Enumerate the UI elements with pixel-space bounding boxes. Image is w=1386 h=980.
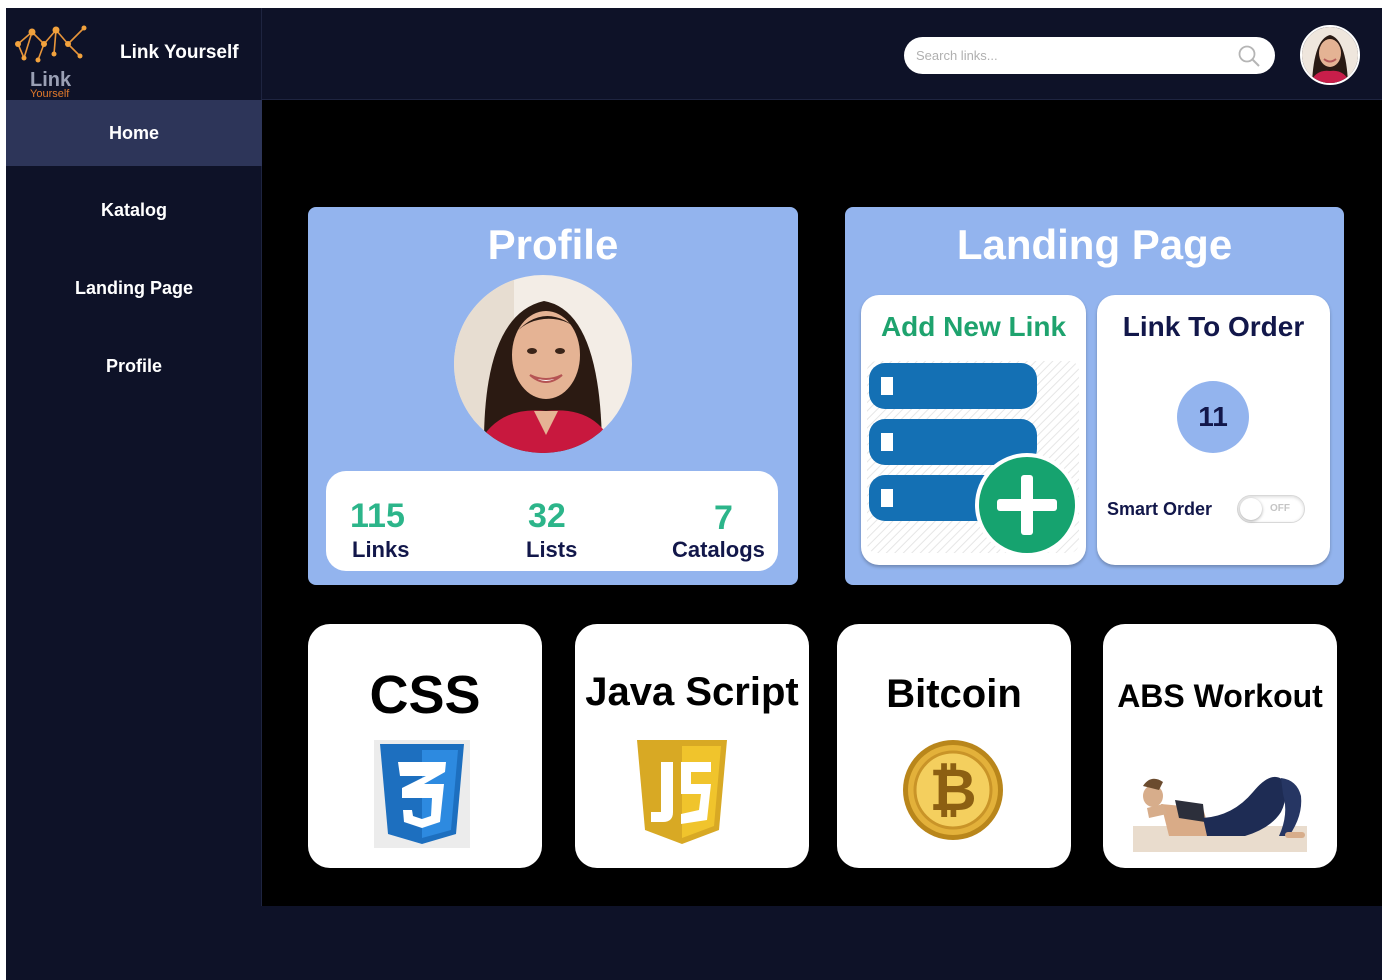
smart-order-label: Smart Order <box>1107 499 1213 519</box>
smart-order-toggle[interactable]: OFF <box>1237 495 1305 523</box>
nav-item-katalog[interactable]: Katalog <box>6 177 262 243</box>
logo-subtext: Yourself <box>30 88 70 98</box>
catalog-tile-css-title: CSS <box>369 665 481 725</box>
profile-stats: 115 Links 32 Lists 7 Catalogs <box>326 471 778 571</box>
landing-page-card: Landing Page Add New Link Link To Order … <box>845 207 1344 585</box>
add-new-link-title: Add New Link <box>880 311 1067 342</box>
links-label: Links <box>352 537 410 562</box>
brand[interactable]: Link Yourself Link Yourself <box>6 8 262 100</box>
lists-count: 32 <box>528 497 566 535</box>
nav-item-home[interactable]: Home <box>6 100 262 166</box>
catalog-tile-bitcoin[interactable]: Bitcoin ₿ <box>837 624 1071 868</box>
links-count: 115 <box>350 497 405 535</box>
catalog-tile-css[interactable]: CSS <box>308 624 542 868</box>
css3-icon <box>374 740 470 848</box>
catalogs-label: Catalogs <box>672 537 765 562</box>
profile-card-title: Profile <box>487 221 619 268</box>
add-new-link-card[interactable]: Add New Link <box>861 295 1086 565</box>
bitcoin-icon: ₿ <box>903 740 1003 840</box>
logo-icon: Link Yourself <box>15 25 87 98</box>
catalog-tile-abs-title: ABS Workout <box>1117 678 1323 714</box>
javascript-icon <box>637 740 727 844</box>
landing-card-title: Landing Page <box>956 221 1233 268</box>
app-name: Link Yourself <box>120 42 239 63</box>
search-input[interactable] <box>916 45 1226 66</box>
catalogs-count: 7 <box>714 499 733 537</box>
app-frame: Link Yourself Link Yourself Home Kat <box>6 8 1382 980</box>
profile-card[interactable]: Profile 115 Links 32 Lists 7 Catalogs <box>308 207 798 585</box>
nav-item-landing-page[interactable]: Landing Page <box>6 255 262 321</box>
avatar-image <box>1302 27 1358 83</box>
search-icon[interactable] <box>1237 44 1261 68</box>
order-count-badge: 11 <box>1177 381 1249 453</box>
search-box[interactable] <box>904 37 1275 74</box>
link-to-order-title: Link To Order <box>1122 311 1305 342</box>
workout-image <box>1133 776 1307 852</box>
toggle-knob <box>1240 498 1262 520</box>
user-avatar[interactable] <box>1300 25 1360 85</box>
catalog-tile-javascript[interactable]: Java Script <box>575 624 809 868</box>
nav-item-profile[interactable]: Profile <box>6 333 262 399</box>
add-link-icon[interactable] <box>861 357 1086 557</box>
footer-bar <box>6 906 1382 980</box>
svg-text:₿: ₿ <box>929 756 976 824</box>
link-to-order-card[interactable]: Link To Order 11 Smart Order OFF <box>1097 295 1330 565</box>
lists-label: Lists <box>526 537 578 562</box>
catalog-tile-javascript-title: Java Script <box>585 670 799 714</box>
catalog-tile-abs-workout[interactable]: ABS Workout <box>1103 624 1337 868</box>
profile-photo <box>454 275 632 453</box>
catalog-tile-bitcoin-title: Bitcoin <box>886 672 1022 716</box>
top-bar: Link Yourself Link Yourself <box>6 8 1382 100</box>
toggle-state-label: OFF <box>1270 503 1290 514</box>
sidebar: Home Katalog Landing Page Profile <box>6 100 262 906</box>
